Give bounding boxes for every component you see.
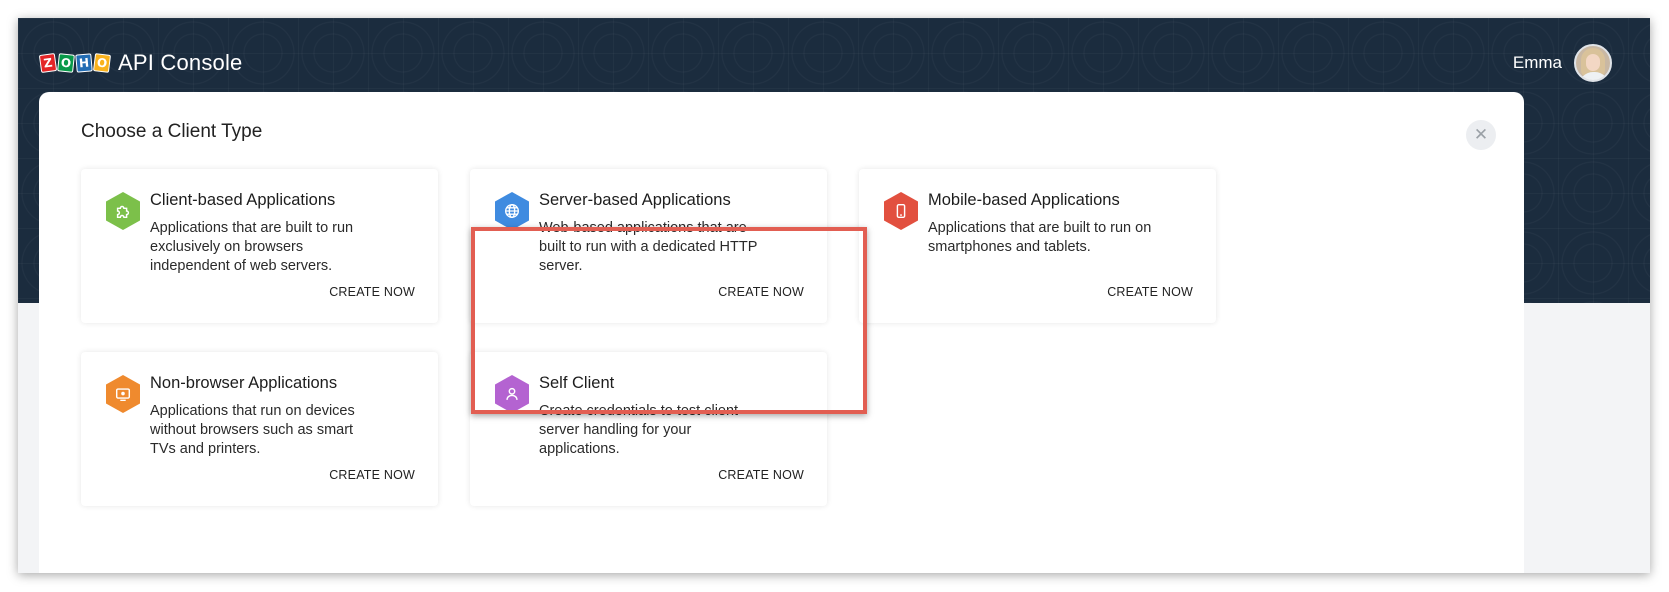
globe-icon — [495, 192, 529, 230]
zoho-logo[interactable]: Z O H O API Console — [38, 50, 243, 76]
create-now-button[interactable]: CREATE NOW — [329, 468, 415, 482]
card-description: Applications that are built to run on sm… — [928, 220, 1152, 255]
panel-title: Choose a Client Type — [81, 121, 263, 142]
puzzle-icon — [106, 192, 140, 230]
app-title: API Console — [118, 50, 243, 75]
tv-icon — [106, 375, 140, 413]
app-window: Z O H O API Console Emma Choose a Client… — [18, 18, 1650, 573]
card-non-browser[interactable]: Non-browser Applications Applications th… — [81, 352, 438, 506]
logo-tile-h: H — [75, 53, 93, 73]
avatar[interactable] — [1574, 44, 1612, 82]
create-now-button[interactable]: CREATE NOW — [718, 285, 804, 299]
create-now-button[interactable]: CREATE NOW — [718, 468, 804, 482]
logo-tiles: Z O H O — [38, 52, 112, 74]
card-description: Create credentials to test client-server… — [539, 403, 743, 457]
client-type-panel: Choose a Client Type ✕ Client-based Appl… — [39, 92, 1524, 573]
phone-icon — [884, 192, 918, 230]
card-title: Mobile-based Applications — [928, 191, 1120, 209]
close-button[interactable]: ✕ — [1466, 120, 1496, 150]
card-description: Applications that are built to run exclu… — [150, 220, 354, 274]
card-client-based[interactable]: Client-based Applications Applications t… — [81, 169, 438, 323]
card-self-client[interactable]: Self Client Create credentials to test c… — [470, 352, 827, 506]
create-now-button[interactable]: CREATE NOW — [329, 285, 415, 299]
logo-tile-o: O — [57, 53, 75, 73]
card-server-based[interactable]: Server-based Applications Web-based appl… — [470, 169, 827, 323]
card-title: Non-browser Applications — [150, 374, 338, 392]
card-description: Applications that run on devices without… — [150, 403, 355, 457]
close-icon: ✕ — [1473, 125, 1489, 144]
card-title: Client-based Applications — [150, 191, 336, 209]
card-description: Web-based applications that are built to… — [539, 220, 758, 274]
card-title: Self Client — [539, 374, 615, 392]
card-mobile-based[interactable]: Mobile-based Applications Applications t… — [859, 169, 1216, 323]
user-menu[interactable]: Emma — [1513, 44, 1612, 82]
logo-tile-o2: O — [92, 53, 112, 73]
create-now-button[interactable]: CREATE NOW — [1107, 285, 1193, 299]
user-name: Emma — [1512, 53, 1562, 72]
card-title: Server-based Applications — [539, 191, 731, 209]
user-icon — [495, 375, 529, 413]
logo-tile-z: Z — [38, 52, 58, 74]
